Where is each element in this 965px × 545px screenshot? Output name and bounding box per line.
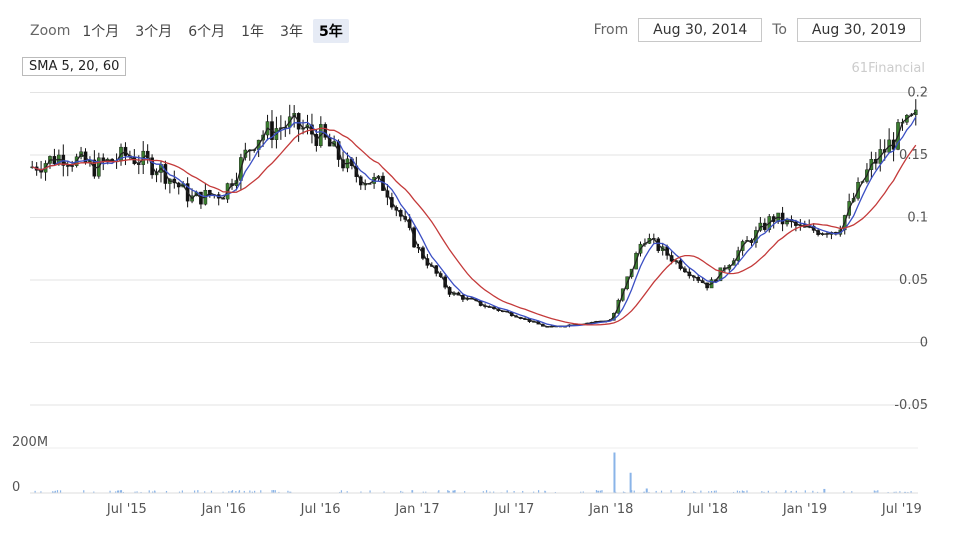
volume-axis-ticks: 0 200M xyxy=(12,435,918,495)
sma-60-line xyxy=(31,127,917,326)
x-tick-label: Jan '17 xyxy=(394,502,439,517)
y-tick-label: 0.15 xyxy=(899,148,928,163)
volume-tick-label: 200M xyxy=(12,435,48,450)
candles xyxy=(30,99,918,328)
volume-tick-label: 0 xyxy=(12,480,20,495)
x-tick-label: Jul '16 xyxy=(300,502,341,517)
y-tick-label: 0.2 xyxy=(907,86,928,101)
volume-bar xyxy=(823,488,826,493)
sma-5-line xyxy=(31,111,917,328)
volume-bar xyxy=(613,452,616,493)
grid-lines xyxy=(30,92,928,406)
x-axis-ticks: Jul '15 Jan '16 Jul '16 Jan '17 Jul '17 Jan '… xyxy=(106,502,922,517)
x-tick-label: Jul '18 xyxy=(687,502,728,517)
y-tick-label: 0 xyxy=(920,336,928,351)
volume-bar xyxy=(629,472,632,493)
volume-bars xyxy=(34,452,912,494)
x-tick-label: Jul '17 xyxy=(493,502,534,517)
x-tick-label: Jul '15 xyxy=(106,502,147,517)
y-tick-label: 0.1 xyxy=(907,211,928,226)
x-tick-label: Jan '19 xyxy=(782,502,827,517)
x-tick-label: Jul '19 xyxy=(881,502,922,517)
volume-bar xyxy=(645,488,648,493)
x-tick-label: Jan '18 xyxy=(588,502,633,517)
sma-lines xyxy=(31,111,917,328)
chart-app: Zoom 1个月 3个月 6个月 1年 3年 5年 From To SMA 5,… xyxy=(0,0,965,545)
y-tick-label: 0.05 xyxy=(899,273,928,288)
x-tick-label: Jan '16 xyxy=(201,502,246,517)
y-tick-label: -0.05 xyxy=(894,398,928,413)
price-chart: -0.05 0 0.05 0.1 0.15 0.2 0 200M Jul '15 Jan '1… xyxy=(12,86,928,517)
